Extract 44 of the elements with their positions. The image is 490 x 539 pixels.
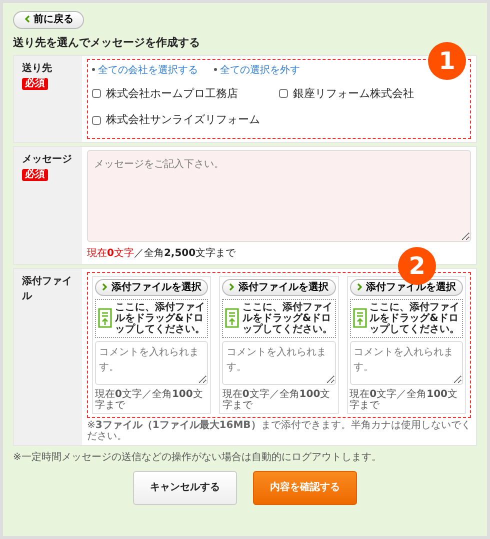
callout-number: 1: [428, 42, 466, 80]
required-badge: 必須: [22, 78, 48, 90]
field-label: 添付ファイル: [22, 274, 73, 304]
cancel-button[interactable]: キャンセルする: [133, 470, 237, 504]
message-field[interactable]: メッセージをご記入下さい。: [87, 150, 471, 242]
chevron-right-icon: [229, 282, 236, 291]
company-checkbox[interactable]: [92, 89, 101, 98]
file-upload-icon: [225, 308, 240, 328]
back-button[interactable]: 前に戻る: [13, 11, 84, 29]
drop-instructions: ここに、添付ファイルをドラッグ&ドロップしてください。: [115, 302, 206, 334]
drop-zone[interactable]: ここに、添付ファイルをドラッグ&ドロップしてください。: [222, 298, 336, 338]
chevron-left-icon: [24, 15, 30, 24]
drop-instructions: ここに、添付ファイルをドラッグ&ドロップしてください。: [370, 302, 460, 334]
drop-zone[interactable]: ここに、添付ファイルをドラッグ&ドロップしてください。: [350, 298, 463, 338]
select-link[interactable]: 全ての選択を外す: [220, 64, 300, 76]
select-link[interactable]: 全ての会社を選択する: [98, 64, 198, 76]
logout-notice: ※一定時間メッセージの送信などの操作がない場合は自動的にログアウトします。: [13, 450, 382, 464]
character-counter: 現在0文字／全角2,500文字まで: [87, 246, 236, 260]
company-checkbox[interactable]: [279, 89, 288, 98]
company-checkbox[interactable]: [92, 116, 101, 125]
section-heading: 送り先を選んでメッセージを作成する: [13, 35, 201, 51]
company-name: 株式会社ホームプロ工務店: [106, 86, 238, 102]
comment-field[interactable]: コメントを入れられます。: [222, 340, 336, 384]
drop-zone[interactable]: ここに、添付ファイルをドラッグ&ドロップしてください。: [95, 298, 208, 338]
character-counter: 現在0文字／全角100文字まで: [95, 388, 204, 410]
file-upload-icon: [352, 308, 367, 328]
company-name: 銀座リフォーム株式会社: [293, 86, 414, 102]
character-counter: 現在0文字／全角100文字まで: [350, 388, 458, 410]
character-counter: 現在0文字／全角100文字まで: [222, 388, 332, 410]
attachment-note: ※3ファイル（1ファイル最大16MB）まで添付できます。半角カナは使用しないでください。: [87, 420, 471, 442]
bullet-icon: [92, 68, 95, 72]
chevron-right-icon: [356, 282, 363, 291]
comment-field[interactable]: コメントを入れられます。: [350, 340, 463, 384]
file-upload-icon: [98, 308, 112, 328]
drop-instructions: ここに、添付ファイルをドラッグ&ドロップしてください。: [242, 302, 333, 334]
field-label: 送り先: [22, 62, 53, 76]
comment-field[interactable]: コメントを入れられます。: [95, 340, 208, 384]
select-file-button[interactable]: 添付ファイルを選択: [222, 278, 336, 296]
bullet-icon: [214, 68, 217, 72]
field-label: メッセージ: [22, 152, 73, 166]
chevron-right-icon: [102, 282, 108, 291]
select-file-button[interactable]: 添付ファイルを選択: [95, 278, 208, 296]
company-name: 株式会社サンライズリフォーム: [106, 112, 260, 128]
required-badge: 必須: [22, 168, 48, 180]
